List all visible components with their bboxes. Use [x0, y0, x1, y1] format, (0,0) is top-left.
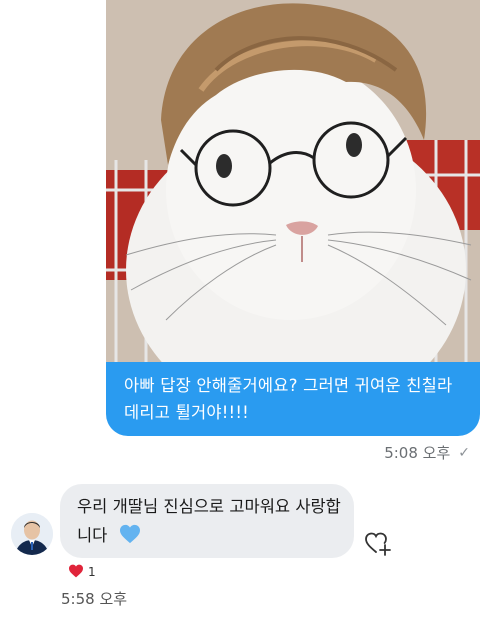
add-reaction-heart-icon[interactable] [364, 530, 392, 556]
reaction-count: 1 [88, 565, 96, 579]
outgoing-message-text: 아빠 답장 안해줄거에요? 그러면 귀여운 친칠라 데리고 튈거야!!!! [124, 376, 453, 422]
incoming-message-time: 5:58 오후 [61, 590, 128, 608]
check-icon: ✓ [458, 444, 470, 461]
red-heart-icon [68, 564, 84, 581]
blue-heart-icon [119, 524, 141, 553]
chinchilla-photo[interactable] [106, 0, 480, 362]
outgoing-message-bubble[interactable]: 아빠 답장 안해줄거에요? 그러면 귀여운 친칠라 데리고 튈거야!!!! [106, 0, 480, 436]
incoming-message-bubble[interactable]: 우리 개딸님 진심으로 고마워요 사랑합니다 [60, 484, 354, 558]
outgoing-message-time: 5:08 오후 [384, 444, 451, 462]
outgoing-message-meta: 5:08 오후 ✓ [384, 442, 470, 463]
message-reaction[interactable]: 1 [62, 561, 102, 583]
incoming-message-text: 우리 개딸님 진심으로 고마워요 사랑합니다 [77, 497, 341, 545]
incoming-message-content: 우리 개딸님 진심으로 고마워요 사랑합니다 [77, 492, 347, 553]
sender-avatar[interactable] [11, 513, 53, 555]
